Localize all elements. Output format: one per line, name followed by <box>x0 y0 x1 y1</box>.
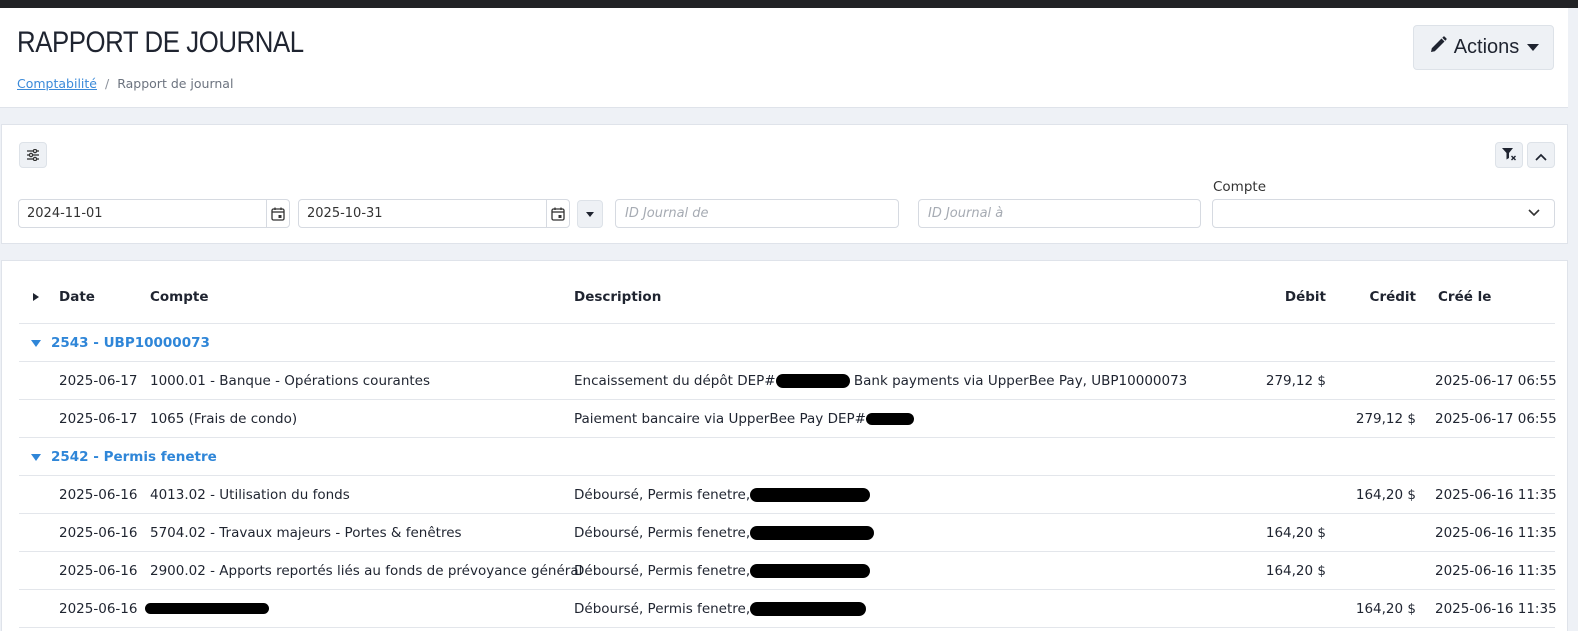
compte-select[interactable] <box>1212 199 1555 228</box>
table-row[interactable]: 2025-06-17 1000.01 - Banque - Opérations … <box>19 362 1557 400</box>
actions-button[interactable]: Actions <box>1413 25 1554 70</box>
group-label[interactable]: 2542 - Permis fenetre <box>51 449 217 465</box>
top-bar <box>0 0 1578 8</box>
cell-description: Déboursé, Permis fenetre, <box>574 563 871 579</box>
date-range-dropdown-button[interactable] <box>577 200 603 228</box>
description-text: Déboursé, Permis fenetre, <box>574 525 751 541</box>
group-row[interactable]: 2542 - Permis fenetre <box>19 438 1555 476</box>
table-row[interactable]: 2025-06-16 Déboursé, Permis fenetre, 164,2… <box>19 590 1557 628</box>
page-title: RAPPORT DE JOURNAL <box>17 26 304 59</box>
table-row[interactable]: 2025-06-16 4013.02 - Utilisation du fonds… <box>19 476 1557 514</box>
cell-credit: 164,20 $ <box>1355 601 1416 617</box>
cell-debit: 279,12 $ <box>1265 373 1326 389</box>
filter-clear-icon <box>1501 146 1517 165</box>
chevron-up-icon <box>1535 146 1547 165</box>
description-text: Déboursé, Permis fenetre, <box>574 487 751 503</box>
pencil-icon <box>1428 35 1448 61</box>
redacted-block <box>750 602 867 616</box>
calendar-icon[interactable] <box>546 200 569 227</box>
cell-date: 2025-06-16 <box>59 563 138 579</box>
date-to-field <box>298 199 570 228</box>
cell-compte: 1065 (Frais de condo) <box>150 411 298 427</box>
cell-date: 2025-06-16 <box>59 525 138 541</box>
journal-table: Date Compte Description Débit Crédit Créé le 2… <box>1 260 1568 631</box>
collapse-filters-button[interactable] <box>1527 142 1555 168</box>
page-header: RAPPORT DE JOURNAL Comptabilité / Rapport … <box>0 8 1568 108</box>
column-header-description: Description <box>574 289 662 305</box>
table-row[interactable]: 2025-06-16 2900.02 - Apports reportés lié… <box>19 552 1557 590</box>
description-text: Encaissement du dépôt DEP# <box>574 373 776 389</box>
cell-description: Déboursé, Permis fenetre, <box>574 601 867 617</box>
column-header-compte: Compte <box>150 289 209 305</box>
redacted-block <box>750 564 871 578</box>
cell-created: 2025-06-17 06:55 <box>1435 411 1557 427</box>
cell-debit: 164,20 $ <box>1265 525 1326 541</box>
description-text: Déboursé, Permis fenetre, <box>574 563 751 579</box>
cell-compte: 4013.02 - Utilisation du fonds <box>150 487 350 503</box>
cell-created: 2025-06-16 11:35 <box>1435 563 1557 579</box>
cell-compte: 5704.02 - Travaux majeurs - Portes & fen… <box>150 525 462 541</box>
expand-all-icon[interactable] <box>33 293 39 301</box>
table-row[interactable]: 2025-06-16 5704.02 - Travaux majeurs - Po… <box>19 514 1557 552</box>
breadcrumb-link-comptabilite[interactable]: Comptabilité <box>17 76 97 91</box>
breadcrumb-current: Rapport de journal <box>117 76 234 91</box>
cell-debit: 164,20 $ <box>1265 563 1326 579</box>
column-header-credit: Crédit <box>1369 289 1416 305</box>
cell-created: 2025-06-16 11:35 <box>1435 525 1557 541</box>
calendar-icon[interactable] <box>266 200 289 227</box>
group-label[interactable]: 2543 - UBP10000073 <box>51 335 210 351</box>
filter-settings-button[interactable] <box>19 142 47 168</box>
description-text: Déboursé, Permis fenetre, <box>574 601 751 617</box>
sliders-icon <box>26 146 40 165</box>
compte-label: Compte <box>1213 179 1267 195</box>
actions-label: Actions <box>1453 36 1520 58</box>
cell-credit: 279,12 $ <box>1355 411 1416 427</box>
breadcrumb: Comptabilité / Rapport de journal <box>17 76 233 91</box>
cell-created: 2025-06-16 11:35 <box>1435 601 1557 617</box>
column-header-date: Date <box>59 289 95 305</box>
caret-down-icon <box>586 211 594 217</box>
cell-credit: 164,20 $ <box>1355 487 1416 503</box>
redacted-block <box>865 413 914 425</box>
date-to-input[interactable] <box>299 200 546 227</box>
clear-filters-button[interactable] <box>1495 142 1523 168</box>
column-header-debit: Débit <box>1284 289 1326 305</box>
table-row[interactable]: 2025-06-17 1065 (Frais de condo) Paiement … <box>19 400 1557 438</box>
breadcrumb-separator: / <box>105 76 110 91</box>
cell-date: 2025-06-16 <box>59 601 138 617</box>
cell-description: Encaissement du dépôt DEP# Bank payments… <box>574 373 1187 389</box>
cell-date: 2025-06-16 <box>59 487 138 503</box>
redacted-block <box>750 488 871 502</box>
group-row[interactable]: 2543 - UBP10000073 <box>19 324 1555 362</box>
journal-id-from-input[interactable] <box>615 199 899 228</box>
cell-compte: 1000.01 - Banque - Opérations courantes <box>150 373 431 389</box>
filters-panel: Compte <box>1 124 1568 244</box>
cell-date: 2025-06-17 <box>59 373 138 389</box>
column-header-created: Créé le <box>1438 289 1492 305</box>
redacted-block <box>145 603 269 614</box>
cell-created: 2025-06-17 06:55 <box>1435 373 1557 389</box>
caret-down-icon <box>1527 44 1540 51</box>
cell-description: Paiement bancaire via UpperBee Pay DEP# <box>574 411 914 427</box>
redacted-block <box>750 526 875 540</box>
caret-down-icon[interactable] <box>31 454 41 461</box>
caret-down-icon[interactable] <box>31 340 41 347</box>
date-from-input[interactable] <box>19 200 266 227</box>
description-text: Paiement bancaire via UpperBee Pay DEP# <box>574 411 866 427</box>
cell-description: Déboursé, Permis fenetre, <box>574 525 875 541</box>
table-header-row: Date Compte Description Débit Crédit Créé le <box>19 261 1555 324</box>
cell-description: Déboursé, Permis fenetre, <box>574 487 871 503</box>
description-text-suffix: Bank payments via UpperBee Pay, UBP10000… <box>849 373 1188 389</box>
cell-created: 2025-06-16 11:35 <box>1435 487 1557 503</box>
journal-id-to-input[interactable] <box>918 199 1201 228</box>
redacted-block <box>775 374 850 388</box>
cell-date: 2025-06-17 <box>59 411 138 427</box>
cell-compte: 2900.02 - Apports reportés liés au fonds… <box>150 563 583 579</box>
date-from-field <box>18 199 290 228</box>
